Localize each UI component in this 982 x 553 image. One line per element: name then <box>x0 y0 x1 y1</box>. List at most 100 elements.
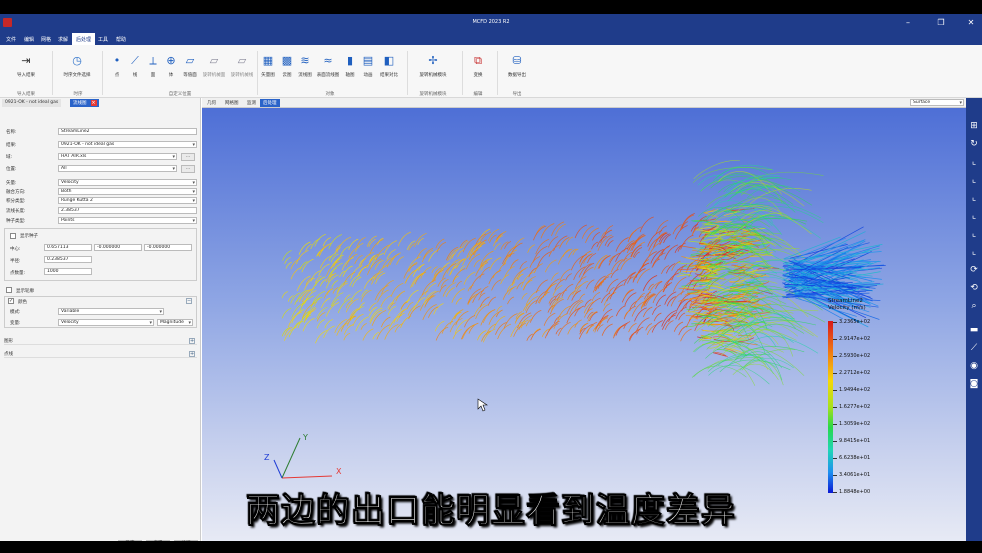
line-button[interactable]: ⟋ 线 <box>128 55 142 78</box>
fit-view-icon[interactable]: ⊞ <box>968 120 980 132</box>
streamline <box>290 258 301 270</box>
location-more-button[interactable]: … <box>181 165 195 173</box>
animation-button[interactable]: ▤ 动画 <box>361 55 375 78</box>
tab-result[interactable]: 0921-OK - not ideal gas <box>2 99 62 107</box>
legend-tick <box>833 390 837 391</box>
streamline-button[interactable]: ≋ 流线图 <box>296 55 314 78</box>
rotate-view-icon[interactable]: ⟳ <box>968 264 980 276</box>
apply-button[interactable]: 应用 <box>146 540 170 541</box>
tab-mesh[interactable]: 网格图 <box>222 99 242 107</box>
view-x-icon[interactable]: ⌞ <box>968 156 980 168</box>
minimize-icon[interactable]: – <box>902 17 914 29</box>
close-button[interactable]: 关闭 <box>174 540 198 541</box>
streamline <box>615 237 629 252</box>
mode-select[interactable]: Variable <box>58 308 164 315</box>
menu-postprocess[interactable]: 后处理 <box>72 33 96 45</box>
close-icon[interactable]: ✕ <box>965 17 977 29</box>
data-export-button[interactable]: ⛁ 数据导出 <box>505 55 529 78</box>
tab-postprocess[interactable]: 后处理 <box>260 99 280 107</box>
center-x-field[interactable]: 0.657113 <box>44 244 92 251</box>
view-neg-y-icon[interactable]: ⌞ <box>968 228 980 240</box>
import-result-button[interactable]: ⇥ 导入结果 <box>12 55 40 78</box>
name-field[interactable]: StreamLine2 <box>58 128 197 135</box>
show-outline-checkbox[interactable] <box>6 287 12 293</box>
turbo-line-button[interactable]: ▱ 旋转机械线 <box>229 55 255 78</box>
ok-button[interactable]: 确定 <box>118 540 142 541</box>
expand-icon[interactable]: + <box>189 338 195 344</box>
streamline <box>598 255 611 269</box>
show-seed-checkbox[interactable] <box>10 233 16 239</box>
dotline-section[interactable]: 点线 + <box>4 351 197 358</box>
streamline <box>513 322 526 337</box>
close-tab-icon[interactable]: × <box>90 100 97 106</box>
streamline <box>356 236 366 248</box>
color-checkbox[interactable]: ✓ <box>8 298 14 304</box>
vector-select[interactable]: Velocity <box>58 179 197 186</box>
streamline <box>331 280 339 288</box>
point-button[interactable]: • 点 <box>110 55 124 78</box>
volume-button[interactable]: ⊕ 体 <box>164 55 178 78</box>
streamline <box>613 324 626 339</box>
result-select[interactable]: 0921-OK - not ideal gas <box>58 141 197 148</box>
radius-field[interactable]: 0.238537 <box>44 256 92 263</box>
plane-button[interactable]: ⟂ 面 <box>146 55 160 78</box>
menu-help[interactable]: 帮助 <box>116 36 126 43</box>
legend-tick <box>833 475 837 476</box>
variable-select[interactable]: Velocity <box>58 319 154 326</box>
menu-mesh[interactable]: 网格 <box>41 36 51 43</box>
turbo-module-button[interactable]: ✢ 旋转机械模块 <box>415 55 451 78</box>
time-file-button[interactable]: ◷ 时序文件选择 <box>60 55 94 78</box>
expand-icon[interactable]: + <box>189 351 195 357</box>
streamline <box>440 262 450 273</box>
component-select[interactable]: Magnitude <box>157 319 193 326</box>
legend-tick <box>833 339 837 340</box>
mouse-cursor-icon <box>477 398 488 412</box>
seed-select[interactable]: Points <box>58 217 197 224</box>
restore-icon[interactable]: ❐ <box>935 17 947 29</box>
graphics-section[interactable]: 图形 + <box>4 338 197 345</box>
domain-more-button[interactable]: … <box>181 153 195 161</box>
camera-icon[interactable]: ◙ <box>968 378 980 390</box>
palette-icon[interactable]: ◉ <box>968 360 980 372</box>
contour-button[interactable]: ▩ 云图 <box>279 55 295 78</box>
menu-solve[interactable]: 求解 <box>58 36 68 43</box>
tab-streamline[interactable]: 流线图 × <box>70 99 99 107</box>
center-y-field[interactable]: -0.000000 <box>94 244 142 251</box>
menu-tools[interactable]: 工具 <box>98 36 108 43</box>
center-z-field[interactable]: -0.000000 <box>144 244 192 251</box>
rotate-icon[interactable]: ↻ <box>968 138 980 150</box>
streamline <box>557 248 573 265</box>
axis-icon[interactable]: ⟋ <box>968 342 980 354</box>
view-neg-z-icon[interactable]: ⌞ <box>968 246 980 258</box>
vector-button[interactable]: ▦ 矢量图 <box>259 55 277 78</box>
legend-label: 6.6238e+01 <box>839 455 871 461</box>
spin-icon[interactable]: ⟲ <box>968 282 980 294</box>
transform-button[interactable]: ⧉ 变换 <box>470 55 486 78</box>
menu-file[interactable]: 文件 <box>6 36 16 43</box>
surface-streamline-button[interactable]: ≈ 表面流线图 <box>315 55 341 78</box>
domain-select[interactable]: HAT AIR.xls <box>58 153 177 160</box>
view-neg-x-icon[interactable]: ⌞ <box>968 210 980 222</box>
view-z-icon[interactable]: ⌞ <box>968 192 980 204</box>
menu-bar: 文件 编辑 网格 求解 后处理 工具 帮助 <box>0 33 982 45</box>
integration-select[interactable]: Runge Kutta 2 <box>58 197 197 204</box>
tab-geometry[interactable]: 几何 <box>204 99 219 107</box>
turbo-surface-button[interactable]: ▱ 旋转机械面 <box>201 55 227 78</box>
streamline <box>488 310 502 325</box>
streamline <box>462 237 476 253</box>
step-field[interactable]: 2.38537 <box>58 207 197 214</box>
zoom-icon[interactable]: ⌕ <box>968 300 980 312</box>
ruler-icon[interactable]: ▬ <box>968 324 980 336</box>
axis-plot-button[interactable]: ▮ 轴图 <box>343 55 357 78</box>
view-y-icon[interactable]: ⌞ <box>968 174 980 186</box>
location-select[interactable]: All <box>58 165 177 172</box>
compare-button[interactable]: ◧ 结果对比 <box>377 55 401 78</box>
count-field[interactable]: 1000 <box>44 268 92 275</box>
tab-monitor[interactable]: 监测 <box>244 99 259 107</box>
surface-select[interactable]: Surface <box>910 99 964 106</box>
isosurface-button[interactable]: ▱ 等值面 <box>181 55 199 78</box>
streamline <box>664 291 677 305</box>
color-collapse-icon[interactable]: − <box>186 298 192 304</box>
menu-edit[interactable]: 编辑 <box>24 36 34 43</box>
direction-select[interactable]: Both <box>58 188 197 195</box>
